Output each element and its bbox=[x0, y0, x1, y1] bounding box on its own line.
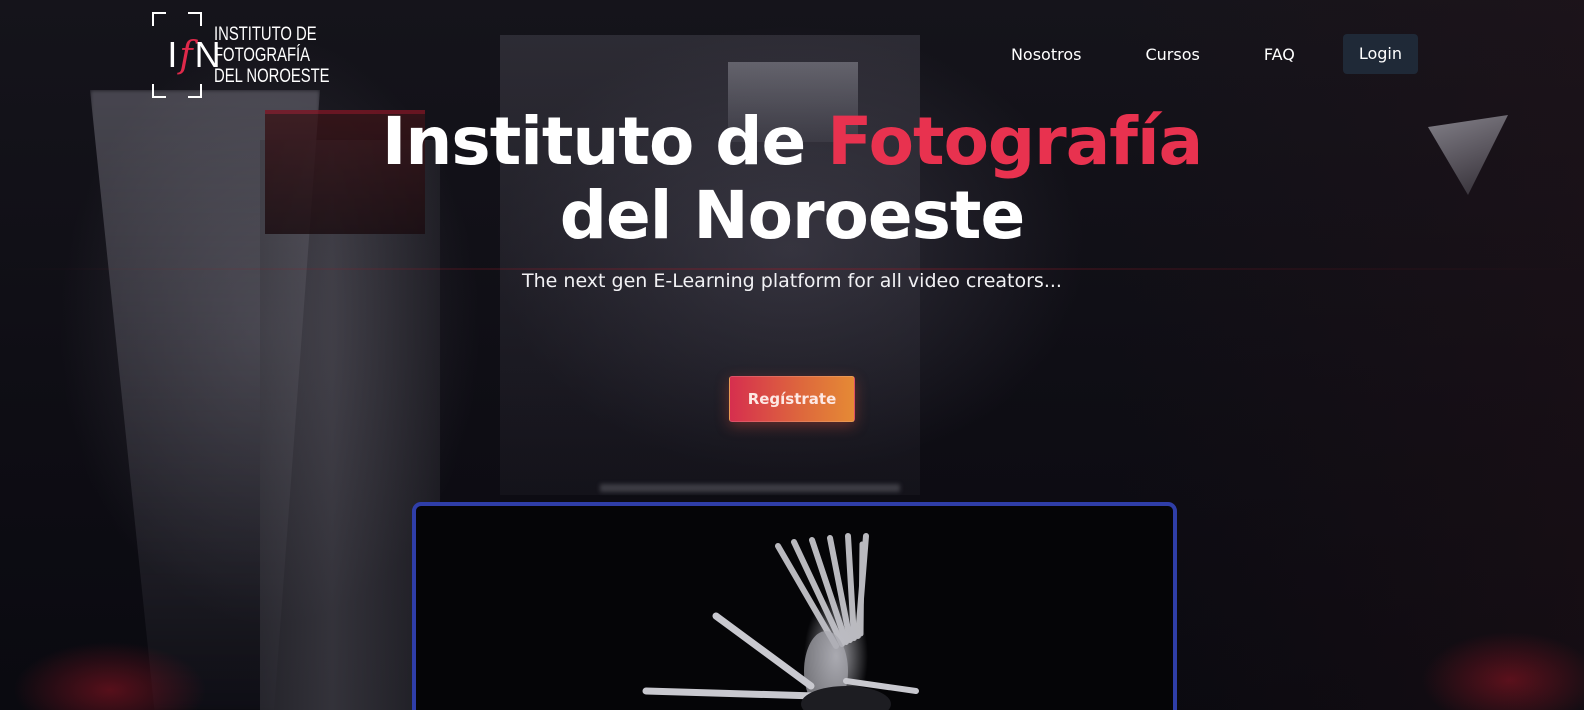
video-preview[interactable] bbox=[412, 502, 1177, 710]
logo-mark: I f N bbox=[152, 12, 221, 98]
logo-text-line-2: FOTOGRAFÍA bbox=[213, 44, 310, 66]
site-logo[interactable]: I f N INSTITUTO DE FOTOGRAFÍA DEL NOROES… bbox=[152, 12, 362, 98]
hero-subtitle: The next gen E-Learning platform for all… bbox=[522, 270, 1062, 292]
nav-link-cursos[interactable]: Cursos bbox=[1145, 45, 1199, 64]
background-seat-left bbox=[0, 630, 230, 710]
title-part-2: del Noroeste bbox=[559, 177, 1025, 254]
background-seat-right bbox=[1400, 620, 1584, 710]
logo-text-line-1: INSTITUTO DE bbox=[213, 23, 317, 45]
hero-section: I f N INSTITUTO DE FOTOGRAFÍA DEL NOROES… bbox=[0, 0, 1584, 710]
nav-link-faq[interactable]: FAQ bbox=[1264, 45, 1295, 64]
register-button[interactable]: Regístrate bbox=[729, 376, 855, 422]
logo-letter-f: f bbox=[179, 34, 195, 76]
logo-text-line-3: DEL NOROESTE bbox=[213, 65, 330, 87]
nav-link-nosotros[interactable]: Nosotros bbox=[1011, 45, 1082, 64]
title-accent: Fotografía bbox=[827, 103, 1203, 180]
page-title: Instituto de Fotografía del Noroeste bbox=[0, 105, 1584, 253]
dancer-image bbox=[642, 533, 919, 710]
main-nav: Nosotros Cursos FAQ Login bbox=[947, 34, 1418, 74]
logo-wordmark: INSTITUTO DE FOTOGRAFÍA DEL NOROESTE bbox=[214, 24, 330, 87]
background-floor-shadow bbox=[600, 484, 900, 492]
title-part-1: Instituto de bbox=[381, 103, 828, 180]
logo-letter-i: I bbox=[167, 34, 180, 75]
login-button[interactable]: Login bbox=[1342, 34, 1418, 74]
